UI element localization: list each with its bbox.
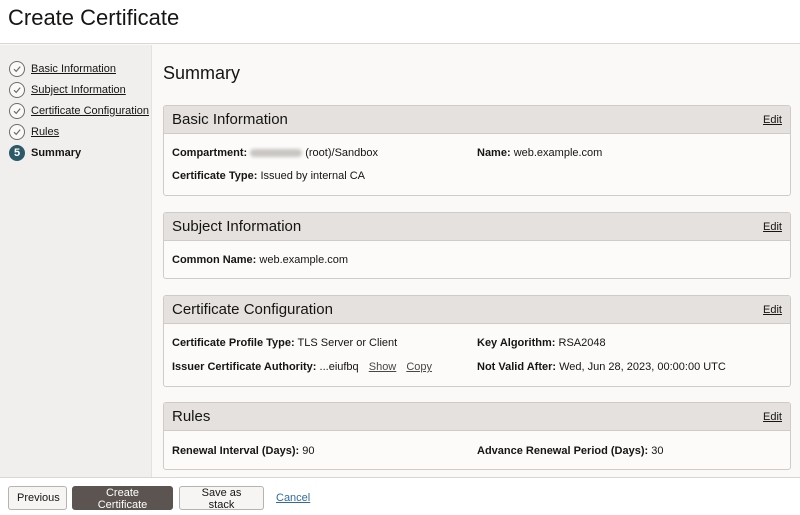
step-certificate-configuration[interactable]: Certificate Configuration: [9, 102, 149, 120]
profile-type-field: Certificate Profile Type: TLS Server or …: [172, 337, 397, 349]
page-header: Create Certificate: [0, 0, 800, 44]
copy-issuer-link[interactable]: Copy: [406, 361, 432, 373]
field-label: Renewal Interval (Days):: [172, 445, 300, 457]
field-label: Name:: [477, 147, 511, 159]
field-value: 90: [302, 445, 315, 457]
wizard-steps: Basic Information Subject Information Ce…: [0, 45, 152, 477]
field-label: Compartment:: [172, 147, 248, 159]
field-value: web.example.com: [513, 147, 603, 159]
step-rules[interactable]: Rules: [9, 123, 59, 141]
step-label: Summary: [31, 147, 82, 159]
check-circle-icon: [9, 103, 25, 119]
panel-header: Certificate Configuration Edit: [164, 296, 790, 324]
renewal-interval-field: Renewal Interval (Days): 90: [172, 445, 314, 457]
basic-information-panel: Basic Information Edit Compartment: (roo…: [163, 105, 791, 196]
rules-panel: Rules Edit Renewal Interval (Days): 90 A…: [163, 402, 791, 470]
field-value: RSA2048: [558, 337, 606, 349]
step-label[interactable]: Rules: [31, 126, 59, 138]
page-title: Create Certificate: [8, 5, 180, 30]
advance-renewal-field: Advance Renewal Period (Days): 30: [477, 445, 663, 457]
field-label: Not Valid After:: [477, 361, 557, 373]
panel-header: Rules Edit: [164, 403, 790, 431]
panel-title: Rules: [172, 408, 211, 425]
field-value: Issued by internal CA: [260, 170, 365, 182]
field-value: Wed, Jun 28, 2023, 00:00:00 UTC: [559, 361, 726, 373]
redacted-text: [250, 149, 303, 158]
step-summary: 5 Summary: [9, 144, 81, 162]
check-circle-icon: [9, 124, 25, 140]
edit-rules-link[interactable]: Edit: [763, 411, 782, 423]
key-algorithm-field: Key Algorithm: RSA2048: [477, 337, 606, 349]
subject-information-panel: Subject Information Edit Common Name: we…: [163, 212, 791, 279]
cancel-link[interactable]: Cancel: [276, 492, 310, 504]
field-value: (root)/Sandbox: [305, 147, 378, 159]
panel-title: Subject Information: [172, 218, 302, 235]
field-label: Certificate Type:: [172, 170, 258, 182]
step-basic-information[interactable]: Basic Information: [9, 60, 116, 78]
compartment-field: Compartment: (root)/Sandbox: [172, 147, 378, 159]
field-label: Key Algorithm:: [477, 337, 556, 349]
check-circle-icon: [9, 82, 25, 98]
panel-title: Basic Information: [172, 111, 288, 128]
certificate-configuration-panel: Certificate Configuration Edit Certifica…: [163, 295, 791, 387]
step-label[interactable]: Certificate Configuration: [31, 105, 149, 117]
field-label: Advance Renewal Period (Days):: [477, 445, 649, 457]
summary-heading: Summary: [163, 63, 241, 83]
create-certificate-button[interactable]: Create Certificate: [72, 486, 173, 511]
previous-button[interactable]: Previous: [8, 486, 67, 510]
step-subject-information[interactable]: Subject Information: [9, 81, 126, 99]
panel-title: Certificate Configuration: [172, 301, 333, 318]
common-name-field: Common Name: web.example.com: [172, 254, 348, 266]
check-circle-icon: [9, 61, 25, 77]
edit-certificate-configuration-link[interactable]: Edit: [763, 304, 782, 316]
field-value: TLS Server or Client: [297, 337, 398, 349]
edit-basic-information-link[interactable]: Edit: [763, 114, 782, 126]
step-label[interactable]: Basic Information: [31, 63, 116, 75]
show-issuer-link[interactable]: Show: [369, 361, 397, 373]
step-label[interactable]: Subject Information: [31, 84, 126, 96]
panel-header: Basic Information Edit: [164, 106, 790, 134]
save-as-stack-button[interactable]: Save as stack: [179, 486, 264, 511]
field-label: Common Name:: [172, 254, 257, 266]
field-value: ...eiufbq: [319, 361, 359, 373]
edit-subject-information-link[interactable]: Edit: [763, 221, 782, 233]
name-field: Name: web.example.com: [477, 147, 602, 159]
not-valid-after-field: Not Valid After: Wed, Jun 28, 2023, 00:0…: [477, 361, 726, 373]
field-value: web.example.com: [259, 254, 349, 266]
field-label: Certificate Profile Type:: [172, 337, 295, 349]
step-number-badge: 5: [9, 145, 25, 161]
panel-header: Subject Information Edit: [164, 213, 790, 241]
field-value: 30: [651, 445, 664, 457]
issuer-authority-field: Issuer Certificate Authority: ...eiufbq …: [172, 361, 432, 373]
wizard-footer: Previous Create Certificate Save as stac…: [0, 477, 800, 515]
field-label: Issuer Certificate Authority:: [172, 361, 317, 373]
certificate-type-field: Certificate Type: Issued by internal CA: [172, 170, 365, 182]
